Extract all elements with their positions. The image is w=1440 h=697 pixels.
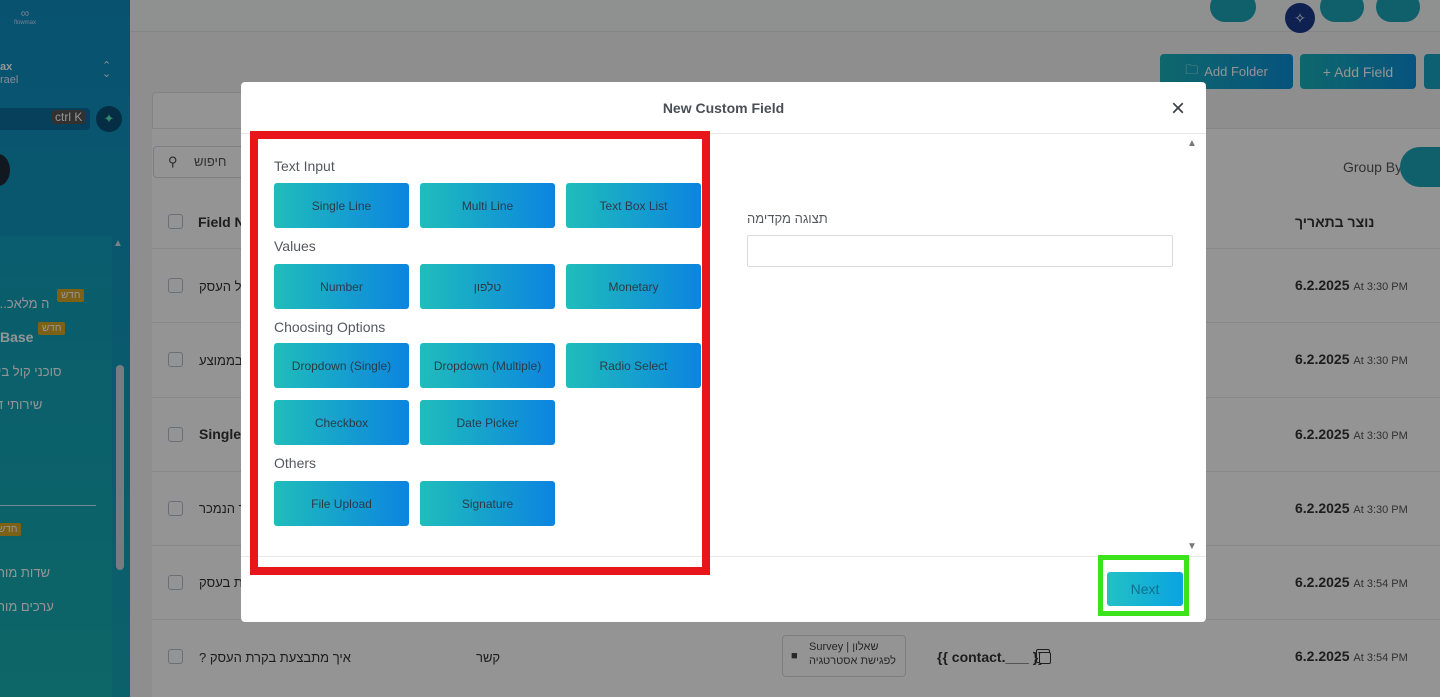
scroll-up-arrow[interactable]: ▲ bbox=[1187, 138, 1197, 149]
preview-input[interactable] bbox=[747, 235, 1173, 267]
highlight-field-types bbox=[250, 131, 710, 575]
preview-label: תצוגה מקדימה bbox=[747, 211, 828, 226]
highlight-next-button bbox=[1098, 555, 1189, 616]
scroll-down-arrow[interactable]: ▼ bbox=[1187, 541, 1197, 552]
modal-title: New Custom Field bbox=[662, 100, 785, 116]
close-icon[interactable]: × bbox=[1167, 97, 1189, 121]
